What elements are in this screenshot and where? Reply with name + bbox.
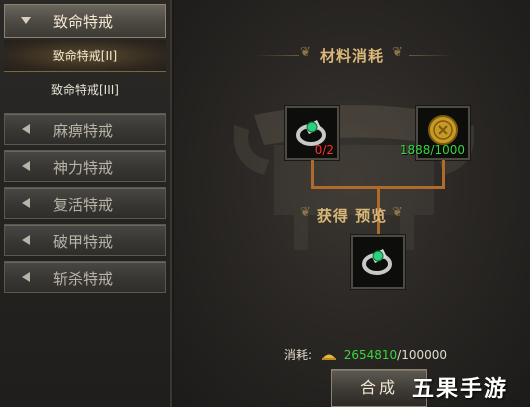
result-slot[interactable] [351, 235, 405, 289]
connector-line [311, 160, 314, 188]
category-zhansha[interactable]: 斩杀特戒 [4, 261, 166, 293]
chevron-left-icon [22, 198, 30, 208]
category-mabi[interactable]: 麻痹特戒 [4, 113, 166, 145]
category-zhiming[interactable]: 致命特戒 [4, 4, 166, 38]
gold-ingot-icon [321, 354, 336, 360]
subitem-label: 致命特戒[III] [51, 83, 119, 97]
chevron-left-icon [22, 235, 30, 245]
cost-label: 消耗: [284, 348, 313, 362]
preview-title: 获得 预览 [316, 207, 388, 225]
materials-header: ❦ 材料消耗 ❦ [174, 42, 530, 68]
swirl-ornament-icon: ❦ [392, 205, 403, 220]
chevron-down-icon [21, 17, 31, 24]
material-slot-gold[interactable]: 1888/1000 [400, 106, 470, 160]
chevron-left-icon [22, 161, 30, 171]
preview-header: ❦ 获得 预览 ❦ [174, 202, 530, 228]
category-label: 神力特戒 [53, 159, 114, 177]
ring-category-sidebar: 致命特戒 致命特戒[II] 致命特戒[III] 麻痹特戒 神力特戒 复活特戒 破… [0, 0, 172, 407]
swirl-ornament-icon: ❦ [392, 45, 403, 60]
material-count: 0/2 [314, 143, 334, 157]
category-fuhuo[interactable]: 复活特戒 [4, 187, 166, 219]
category-label: 麻痹特戒 [53, 122, 114, 140]
subitem-zhiming-2[interactable]: 致命特戒[II] [4, 40, 166, 72]
chevron-left-icon [22, 272, 30, 282]
category-pojia[interactable]: 破甲特戒 [4, 224, 166, 256]
cost-have: 2654810 [343, 348, 398, 362]
connector-line [442, 160, 445, 188]
category-label: 破甲特戒 [53, 233, 114, 251]
watermark-text: 五果手游 [412, 377, 509, 402]
category-shenli[interactable]: 神力特戒 [4, 150, 166, 182]
synthesis-panel: ❦ 材料消耗 ❦ 0/2 1888/1000 ❦ 获得 预览 ❦ 消耗: 265… [174, 0, 530, 407]
category-label: 斩杀特戒 [53, 270, 114, 288]
materials-title: 材料消耗 [319, 47, 384, 65]
cost-line: 消耗: 2654810/100000 [284, 346, 447, 363]
category-label: 致命特戒 [53, 13, 114, 31]
subitem-label: 致命特戒[II] [52, 49, 118, 63]
material-slot-ring[interactable]: 0/2 [285, 106, 339, 160]
material-count: 1888/1000 [399, 143, 465, 157]
cost-need: /100000 [397, 348, 448, 362]
subitem-zhiming-3[interactable]: 致命特戒[III] [4, 74, 166, 106]
category-label: 复活特戒 [53, 196, 114, 214]
jade-ring-icon [362, 249, 392, 275]
chevron-left-icon [22, 124, 30, 134]
